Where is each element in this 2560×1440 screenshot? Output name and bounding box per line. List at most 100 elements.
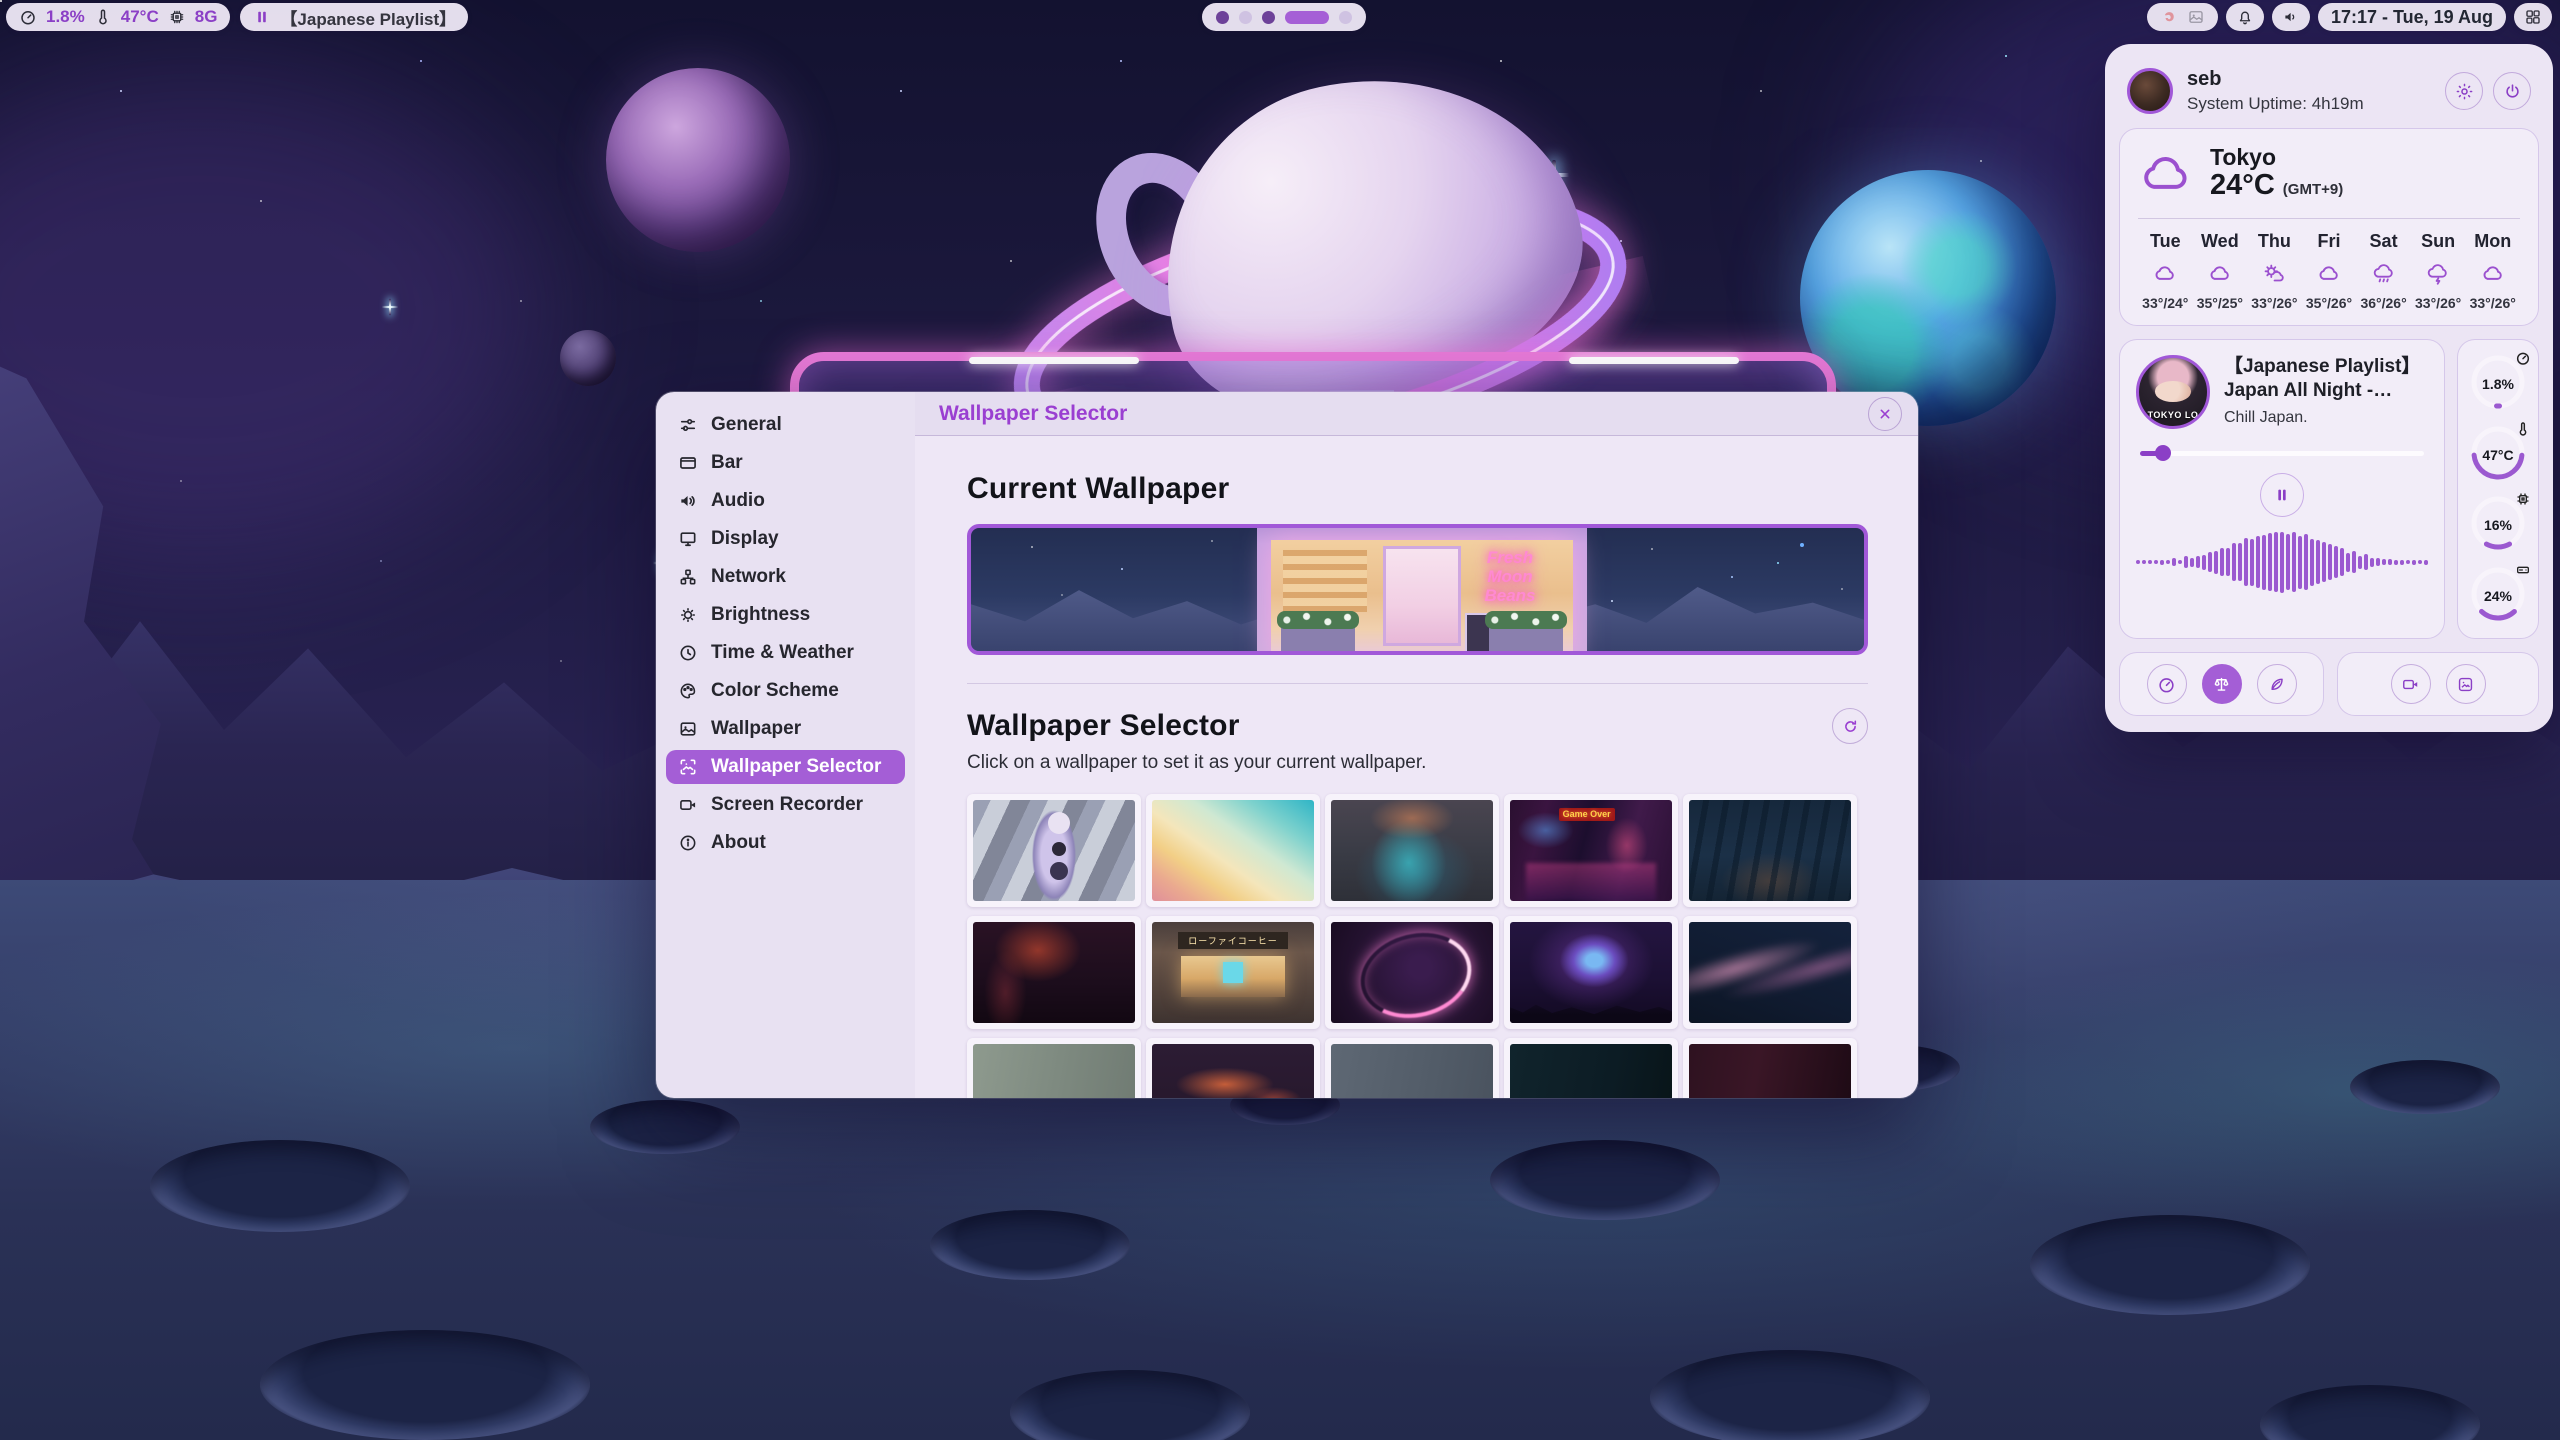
dashboard-pill[interactable] — [2514, 3, 2552, 31]
media-pill[interactable]: 【Japanese Playlist】 J... — [240, 3, 468, 31]
notifications-pill[interactable] — [2226, 3, 2264, 31]
section-divider — [967, 683, 1868, 684]
media-player-card: TOKYO LO 【Japanese Playlist】 Japan All N… — [2119, 339, 2445, 639]
sidebar-item-wallpaper-selector[interactable]: Wallpaper Selector — [666, 750, 905, 784]
sidebar-item-time-weather[interactable]: Time & Weather — [666, 636, 905, 670]
album-art-text: TOKYO LO — [2139, 410, 2207, 420]
sidebar-item-wallpaper[interactable]: Wallpaper — [666, 712, 905, 746]
bar-icon — [678, 453, 698, 473]
profile-balanced-button[interactable] — [2202, 664, 2242, 704]
window-title: Wallpaper Selector — [939, 402, 1127, 426]
forecast-row: Tue 33°/24° Wed 35°/25° Thu 33°/26° Fri … — [2138, 231, 2520, 311]
sidebar-item-label: Color Scheme — [711, 680, 839, 702]
sidebar-item-screen-recorder[interactable]: Screen Recorder — [666, 788, 905, 822]
palette-icon — [678, 681, 698, 701]
screenshot-button[interactable] — [2446, 664, 2486, 704]
cafe-planter — [1281, 625, 1355, 655]
wallpaper-thumbnail-teal-glow[interactable] — [1325, 794, 1499, 907]
workspace-dot-2[interactable] — [1239, 11, 1252, 24]
image-select-icon — [678, 757, 698, 777]
wallpaper-thumbnail-ember-forest[interactable] — [967, 916, 1141, 1029]
arcade-neon-text: Game Over — [1559, 808, 1615, 821]
gauge-icon — [19, 8, 37, 26]
crater — [930, 1210, 1130, 1280]
slider-thumb[interactable] — [2155, 445, 2171, 461]
volume-pill[interactable] — [2272, 3, 2310, 31]
wallpaper-thumbnail-light-ring[interactable] — [1325, 916, 1499, 1029]
settings-window-header[interactable]: Wallpaper Selector — [915, 392, 1918, 436]
seek-slider[interactable] — [2140, 445, 2424, 461]
wallpaper-thumbnail-dark-teal[interactable] — [1504, 1038, 1678, 1098]
weather-divider — [2138, 218, 2520, 219]
wallpaper-thumbnail-maroon[interactable] — [1683, 1038, 1857, 1098]
purple-planet — [606, 68, 790, 252]
sidebar-item-label: Audio — [711, 490, 765, 512]
play-pause-button[interactable] — [2260, 473, 2304, 517]
thumbnail-image — [1689, 800, 1851, 901]
wallpaper-thumbnail-anime-girl[interactable] — [967, 794, 1141, 907]
sidebar-item-bar[interactable]: Bar — [666, 446, 905, 480]
sidebar-item-display[interactable]: Display — [666, 522, 905, 556]
cafe-neon-sign: Fresh Moon Beans — [1467, 548, 1553, 605]
sidebar-item-label: Time & Weather — [711, 642, 854, 664]
system-stats-pill[interactable]: 1.8% 47°C 8G — [6, 3, 230, 31]
wallpaper-thumbnail-sage[interactable] — [967, 1038, 1141, 1098]
sidebar-item-audio[interactable]: Audio — [666, 484, 905, 518]
forecast-temps: 33°/24° — [2138, 295, 2193, 311]
wallpaper-thumbnail-pastel-gradient[interactable] — [1146, 794, 1320, 907]
close-icon — [1877, 406, 1893, 422]
power-profile-group — [2119, 652, 2324, 716]
ram-usage: 8G — [195, 7, 218, 27]
workspace-dot-4[interactable] — [1285, 11, 1329, 24]
profile-powersaver-button[interactable] — [2257, 664, 2297, 704]
wallpaper-thumbnail-coffee-shop[interactable]: ローファイコーヒー — [1146, 916, 1320, 1029]
wallpaper-thumbnail-arcade[interactable]: Game Over — [1504, 794, 1678, 907]
crater — [150, 1140, 410, 1232]
crater — [1490, 1140, 1720, 1220]
sidebar-item-label: Wallpaper — [711, 718, 801, 740]
gear-icon — [2455, 82, 2474, 101]
thumbnail-image — [1689, 922, 1851, 1023]
sidebar-item-color-scheme[interactable]: Color Scheme — [666, 674, 905, 708]
refresh-button[interactable] — [1832, 708, 1868, 744]
cafe-shelves — [1283, 550, 1367, 612]
power-button[interactable] — [2493, 72, 2531, 110]
sidebar-item-brightness[interactable]: Brightness — [666, 598, 905, 632]
stat-value: 47°C — [2468, 447, 2528, 463]
tray-app-icon-image[interactable] — [2187, 8, 2205, 26]
screen-record-button[interactable] — [2391, 664, 2431, 704]
stat-value: 16% — [2468, 517, 2528, 533]
workspace-dot-5[interactable] — [1339, 11, 1352, 24]
forecast-day-label: Sun — [2411, 231, 2466, 252]
wallpaper-thumbnail-grey[interactable] — [1325, 1038, 1499, 1098]
display-icon — [678, 529, 698, 549]
crater — [2030, 1215, 2310, 1315]
sidebar-item-about[interactable]: About — [666, 826, 905, 860]
dashboard-grid-icon — [2524, 8, 2542, 26]
wallpaper-thumbnail-nebula[interactable] — [1504, 916, 1678, 1029]
wallpaper-thumbnail-particle-wave[interactable] — [1683, 916, 1857, 1029]
slider-track — [2140, 451, 2424, 456]
workspace-dot-1[interactable] — [1216, 11, 1229, 24]
sliders-icon — [678, 415, 698, 435]
settings-sidebar: General Bar Audio Display Network Bright… — [656, 392, 915, 1098]
tray-app-icon-shrimp[interactable] — [2160, 8, 2178, 26]
pause-icon — [2274, 487, 2290, 503]
forecast-temps: 33°/26° — [2465, 295, 2520, 311]
close-button[interactable] — [1868, 397, 1902, 431]
forecast-temps: 33°/26° — [2247, 295, 2302, 311]
settings-button[interactable] — [2445, 72, 2483, 110]
profile-performance-button[interactable] — [2147, 664, 2187, 704]
weather-timezone: (GMT+9) — [2283, 181, 2343, 198]
clock-pill[interactable]: 17:17 - Tue, 19 Aug — [2318, 3, 2506, 31]
forecast-temps: 36°/26° — [2356, 295, 2411, 311]
workspace-dot-3[interactable] — [1262, 11, 1275, 24]
wallpaper-thumbnail-snowy-forest[interactable] — [1683, 794, 1857, 907]
gauge-icon — [2157, 675, 2176, 694]
sidebar-item-general[interactable]: General — [666, 408, 905, 442]
wallpaper-thumbnail-autumn[interactable] — [1146, 1038, 1320, 1098]
sidebar-item-network[interactable]: Network — [666, 560, 905, 594]
chip-icon — [2515, 491, 2531, 507]
wallpaper-grid: Game Over ローファイコーヒー — [967, 794, 1868, 1098]
forecast-day-label: Sat — [2356, 231, 2411, 252]
